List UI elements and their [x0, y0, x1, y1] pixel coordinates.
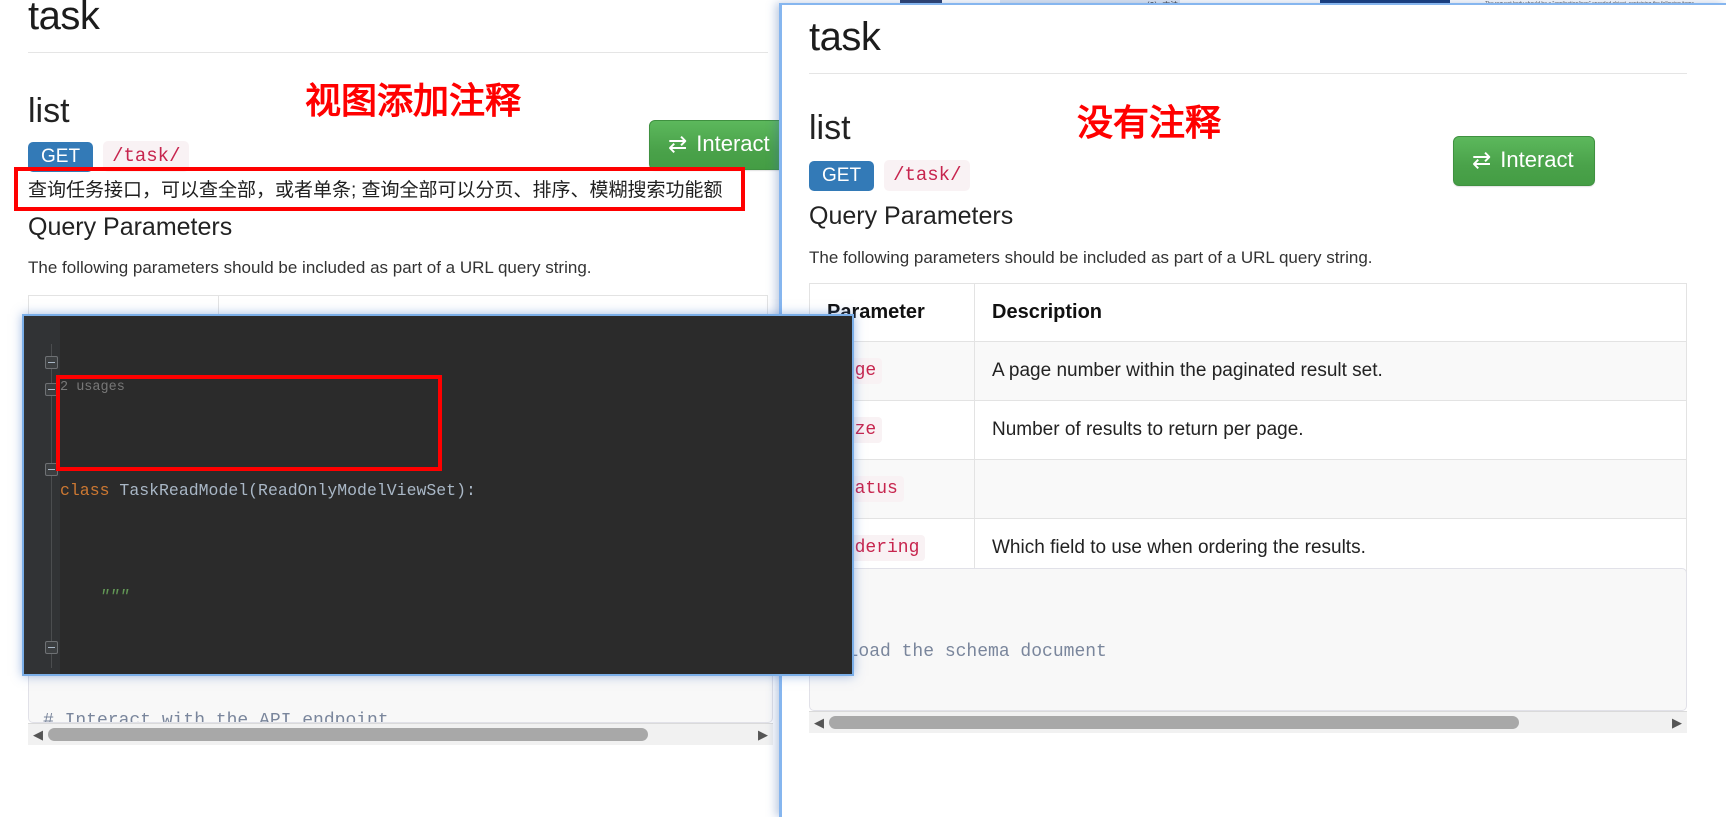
ide-code-text[interactable]: 2 usages class TaskReadModel(ReadOnlyMod… — [60, 316, 852, 674]
right-param-desc — [974, 459, 1687, 519]
left-query-params-note: The following parameters should be inclu… — [28, 258, 592, 277]
code-line-docstring-open: """ — [60, 586, 130, 606]
ide-gutter — [24, 316, 60, 674]
left-endpoint-description: 查询任务接口，可以查全部，或者单条; 查询全部可以分页、排序、模糊搜索功能额 — [28, 180, 723, 201]
ide-usages-hint: 2 usages — [60, 380, 125, 395]
swap-arrows-icon: ⇄ — [668, 130, 688, 157]
right-endpoint-path: /task/ — [884, 160, 971, 191]
ide-code-overlay[interactable]: 2 usages class TaskReadModel(ReadOnlyMod… — [22, 314, 854, 676]
swap-arrows-icon: ⇄ — [1472, 146, 1492, 173]
left-method-row: GET /task/ — [28, 141, 190, 172]
left-section-heading: list — [28, 92, 70, 130]
right-cli-block: # Load the schema document $ coreapi get… — [809, 568, 1687, 711]
table-row: page A page number within the paginated … — [809, 341, 1687, 401]
right-params-table: Parameter Description page A page number… — [809, 283, 1687, 578]
code-fold-icon[interactable] — [45, 463, 58, 476]
scroll-track[interactable] — [48, 728, 753, 741]
left-horizontal-scrollbar[interactable]: ◀ ▶ — [28, 723, 773, 745]
right-method-badge-get: GET — [809, 160, 875, 191]
code-keyword-class: class — [60, 480, 120, 500]
right-query-params-note: The following parameters should be inclu… — [809, 248, 1373, 267]
code-line-blank-1 — [60, 663, 852, 674]
left-method-badge-get: GET — [28, 141, 94, 172]
right-cli-comment-1: # Load the schema document — [826, 641, 1107, 662]
left-endpoint-path: /task/ — [103, 141, 190, 172]
scroll-right-arrow-icon[interactable]: ▶ — [753, 727, 773, 743]
code-fold-icon[interactable] — [45, 383, 58, 396]
right-interact-label: Interact — [1500, 147, 1574, 172]
left-interact-button[interactable]: ⇄ Interact — [649, 120, 790, 170]
code-fold-icon[interactable] — [45, 356, 58, 369]
scroll-thumb[interactable] — [829, 716, 1519, 729]
annotation-label-left: 视图添加注释 — [305, 80, 522, 121]
scroll-right-arrow-icon[interactable]: ▶ — [1667, 715, 1687, 731]
right-table-header-row: Parameter Description — [809, 283, 1687, 342]
code-line-class: class TaskReadModel(ReadOnlyModelViewSet… — [60, 478, 852, 505]
scroll-left-arrow-icon[interactable]: ◀ — [28, 727, 48, 743]
right-horizontal-scrollbar[interactable]: ◀ ▶ — [809, 711, 1687, 733]
scroll-left-arrow-icon[interactable]: ◀ — [809, 715, 829, 731]
left-interact-label: Interact — [696, 131, 770, 156]
left-page-title: task — [28, 0, 100, 38]
left-cli-comment: # Interact with the API endpoint — [43, 710, 389, 723]
annotation-label-right: 没有注释 — [1077, 102, 1222, 143]
code-fold-icon[interactable] — [45, 641, 58, 654]
right-method-row: GET /task/ — [809, 160, 971, 191]
right-page-title: task — [809, 15, 881, 59]
left-query-params-heading: Query Parameters — [28, 213, 233, 241]
table-row: size Number of results to return per pag… — [809, 400, 1687, 460]
table-row: status — [809, 459, 1687, 519]
scroll-track[interactable] — [829, 716, 1667, 729]
right-title-divider — [809, 73, 1687, 74]
right-param-desc: A page number within the paginated resul… — [974, 341, 1687, 401]
left-title-divider — [28, 52, 768, 53]
right-th-description: Description — [974, 283, 1687, 342]
right-params-table-wrap: Parameter Description page A page number… — [809, 283, 1687, 578]
scroll-thumb[interactable] — [48, 728, 648, 741]
screenshot-root: （2）方法 The request body should be a "appl… — [0, 0, 1726, 817]
right-query-params-heading: Query Parameters — [809, 202, 1014, 230]
right-param-desc: Number of results to return per page. — [974, 400, 1687, 460]
right-section-heading: list — [809, 109, 851, 147]
right-interact-button[interactable]: ⇄ Interact — [1453, 136, 1595, 186]
right-api-docs-window: task list GET /task/ Query Parameters Th… — [779, 3, 1726, 817]
code-class-signature: TaskReadModel(ReadOnlyModelViewSet): — [119, 480, 476, 500]
